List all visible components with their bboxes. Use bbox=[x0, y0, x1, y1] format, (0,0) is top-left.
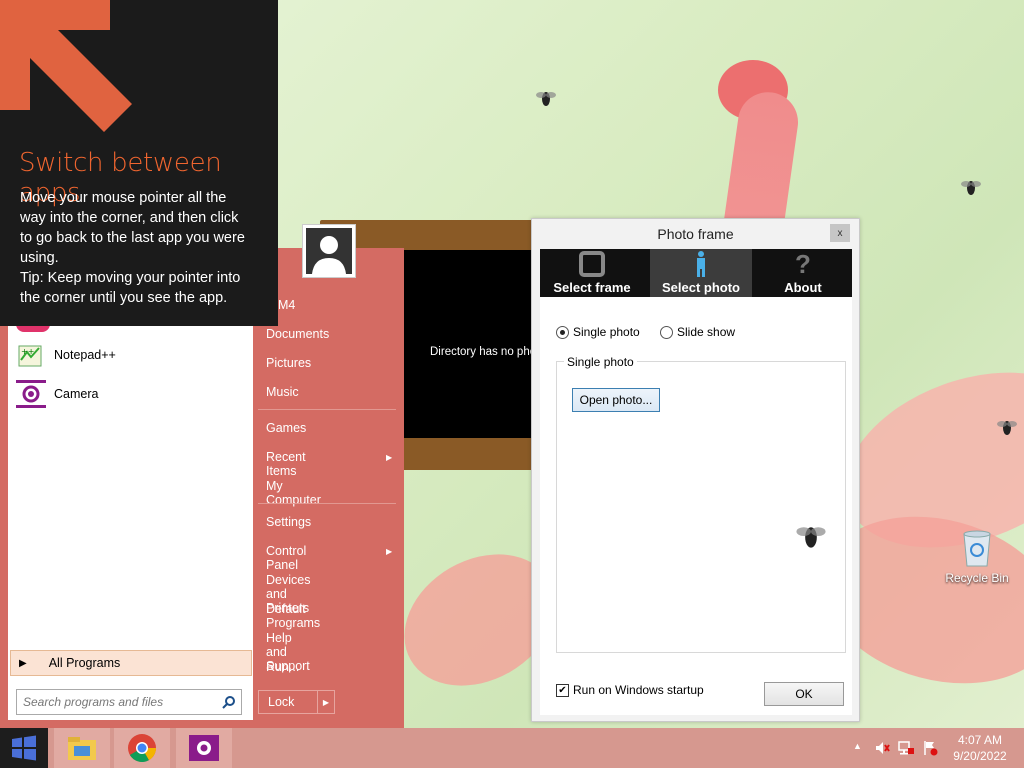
user-avatar-image bbox=[306, 228, 352, 274]
menu-item-recent-items[interactable]: Recent Items bbox=[266, 450, 306, 478]
system-tray: ▲ bbox=[850, 728, 950, 768]
start-button[interactable] bbox=[0, 728, 48, 768]
tip-body: Move your mouse pointer all the way into… bbox=[20, 188, 270, 308]
dialog-title: Photo frame bbox=[657, 226, 734, 242]
menu-item-control-panel[interactable]: Control Panel bbox=[266, 544, 306, 572]
corner-arrow-icon bbox=[0, 0, 132, 132]
dialog-body: Select frame Select photo ? About Single… bbox=[540, 249, 852, 715]
radio-label: Single photo bbox=[573, 325, 640, 339]
tab-label: Select frame bbox=[553, 280, 631, 295]
radio-label: Slide show bbox=[677, 325, 736, 339]
fly-icon bbox=[536, 92, 556, 106]
program-label: Camera bbox=[54, 387, 99, 401]
no-photo-message: Directory has no photo bbox=[430, 346, 546, 358]
tip-line: to go back to the last app you were bbox=[20, 230, 245, 246]
tip-line: using. bbox=[20, 250, 59, 266]
camera-icon bbox=[16, 380, 46, 408]
camera-app-icon bbox=[189, 735, 219, 761]
tip-line: Move your mouse pointer all the bbox=[20, 190, 227, 206]
arrow-right-icon: ▶ bbox=[322, 697, 330, 707]
network-icon[interactable] bbox=[898, 740, 914, 756]
volume-muted-icon[interactable] bbox=[874, 740, 890, 756]
checkmark-icon: ✔ bbox=[556, 683, 569, 697]
startup-label: Run on Windows startup bbox=[573, 683, 704, 697]
open-photo-button[interactable]: Open photo... bbox=[572, 388, 660, 412]
menu-item-user[interactable]: M4 bbox=[278, 298, 295, 312]
all-programs-button[interactable]: ▶ All Programs bbox=[10, 650, 252, 676]
menu-item-default-programs[interactable]: Default Programs bbox=[266, 602, 320, 630]
svg-text:++: ++ bbox=[21, 347, 34, 356]
tab-label: Select photo bbox=[661, 280, 740, 295]
search-placeholder: Search programs and files bbox=[23, 695, 164, 709]
tab-bar: Select frame Select photo ? About bbox=[540, 249, 852, 297]
fly-icon bbox=[796, 527, 826, 548]
photo-frame-dialog: Photo frame x Select frame Select photo … bbox=[531, 218, 860, 722]
ok-button[interactable]: OK bbox=[764, 682, 844, 706]
user-avatar[interactable] bbox=[302, 224, 356, 278]
ok-label: OK bbox=[795, 687, 813, 701]
arrow-right-icon: ▶ bbox=[19, 657, 27, 669]
open-photo-label: Open photo... bbox=[579, 393, 653, 407]
person-icon bbox=[693, 250, 709, 278]
lock-button[interactable]: Lock bbox=[258, 690, 318, 714]
group-label: Single photo bbox=[564, 355, 637, 369]
submenu-arrow-icon: ▶ bbox=[386, 547, 393, 556]
program-label: Notepad++ bbox=[54, 348, 116, 362]
frame-icon bbox=[579, 250, 605, 278]
radio-slide-show[interactable]: Slide show bbox=[660, 325, 735, 339]
chrome-icon bbox=[128, 734, 156, 762]
switch-apps-tip: Switch between apps Move your mouse poin… bbox=[0, 0, 278, 326]
search-icon bbox=[222, 696, 235, 709]
recycle-bin-label: Recycle Bin bbox=[945, 571, 1009, 585]
menu-item-games[interactable]: Games bbox=[266, 421, 306, 435]
all-programs-label: All Programs bbox=[48, 656, 121, 670]
fly-icon bbox=[997, 421, 1017, 435]
menu-item-settings[interactable]: Settings bbox=[266, 515, 311, 529]
menu-separator bbox=[258, 503, 396, 504]
action-center-flag-icon[interactable] bbox=[922, 740, 938, 756]
notepad-plus-icon: ++ bbox=[16, 341, 46, 369]
recycle-bin[interactable]: Recycle Bin bbox=[940, 528, 1014, 585]
file-explorer-icon bbox=[68, 737, 96, 760]
tab-select-frame[interactable]: Select frame bbox=[540, 249, 644, 297]
run-on-startup-checkbox[interactable]: ✔ Run on Windows startup bbox=[556, 683, 704, 697]
show-hidden-icons-icon[interactable]: ▲ bbox=[853, 741, 862, 751]
menu-item-pictures[interactable]: Pictures bbox=[266, 356, 311, 370]
taskbar-chrome[interactable] bbox=[114, 728, 170, 768]
tip-line: way into the corner, and then click bbox=[20, 210, 239, 226]
clock-date: 9/20/2022 bbox=[953, 749, 1007, 763]
close-button[interactable]: x bbox=[830, 224, 850, 242]
submenu-arrow-icon: ▶ bbox=[386, 453, 393, 462]
taskbar-camera[interactable] bbox=[176, 728, 232, 768]
tip-line: Tip: Keep moving your pointer into bbox=[20, 270, 241, 286]
menu-separator bbox=[258, 409, 396, 410]
photo-area bbox=[404, 250, 534, 438]
clock[interactable]: 4:07 AM 9/20/2022 bbox=[950, 732, 1010, 764]
taskbar-file-explorer[interactable] bbox=[54, 728, 110, 768]
program-notepad-plus[interactable]: ++ Notepad++ bbox=[16, 341, 116, 369]
question-icon: ? bbox=[795, 248, 811, 279]
recycle-bin-icon bbox=[963, 530, 991, 567]
menu-item-documents[interactable]: Documents bbox=[266, 327, 329, 341]
tab-select-photo[interactable]: Select photo bbox=[650, 249, 752, 297]
fly-icon bbox=[961, 181, 981, 195]
menu-item-music[interactable]: Music bbox=[266, 385, 299, 399]
lock-options-button[interactable]: ▶ bbox=[317, 690, 335, 714]
tip-line: the corner until you see the app. bbox=[20, 290, 228, 306]
clock-time: 4:07 AM bbox=[957, 733, 1003, 747]
close-icon: x bbox=[837, 227, 843, 239]
windows-logo-icon bbox=[12, 735, 36, 761]
menu-item-run[interactable]: Run... bbox=[266, 660, 299, 674]
lock-label: Lock bbox=[268, 695, 295, 709]
user-icon bbox=[312, 236, 346, 274]
taskbar: ▲ 4:07 AM 9/20/2022 bbox=[0, 728, 1024, 768]
search-input[interactable]: Search programs and files bbox=[16, 689, 242, 715]
tab-label: About bbox=[784, 280, 822, 295]
program-camera[interactable]: Camera bbox=[16, 380, 98, 408]
radio-single-photo[interactable]: Single photo bbox=[556, 325, 640, 339]
tab-about[interactable]: ? About bbox=[754, 249, 852, 297]
